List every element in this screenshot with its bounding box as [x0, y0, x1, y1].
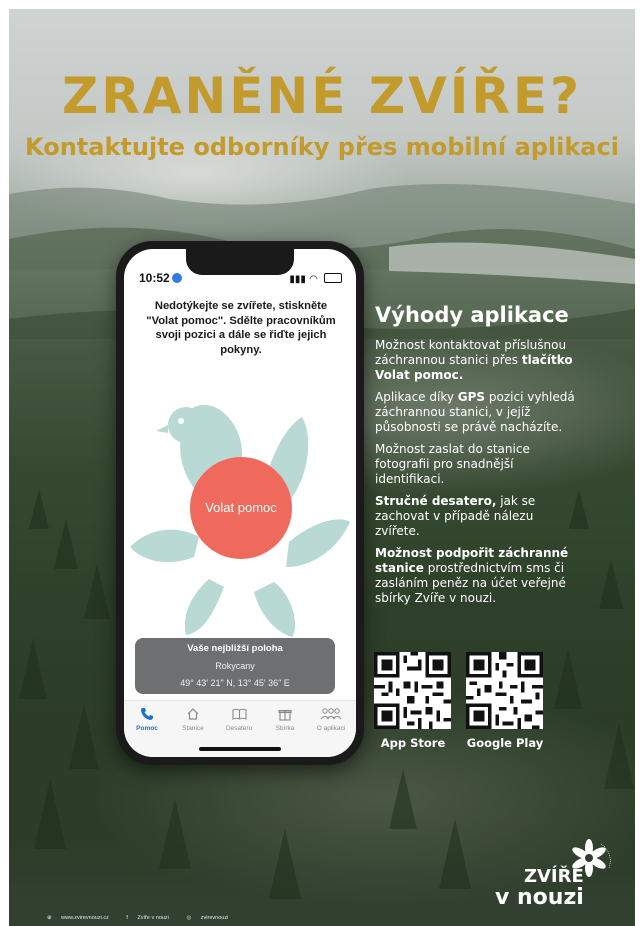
battery-icon	[324, 273, 342, 283]
gift-icon	[278, 709, 292, 721]
instruction-text: Nedotýkejte se zvířete, stiskněte "Volat…	[146, 300, 336, 356]
poster-background: ZRANĚNÉ ZVÍŘE? Kontaktujte odborníky pře…	[9, 9, 635, 926]
home-icon	[187, 708, 199, 720]
phone-screen: 10:52 ▮▮▮ ◠ Nedotýkejte se zvířete, stis…	[124, 249, 356, 757]
call-help-button[interactable]: Volat pomoc	[190, 457, 292, 559]
status-icons: ▮▮▮ ◠	[289, 273, 342, 285]
location-city: Rokycany	[215, 661, 255, 671]
nearest-location-card: Vaše nejbližší poloha Rokycany 49° 43' 2…	[135, 638, 335, 694]
footer-website[interactable]: ⊕ www.zvirevnouzi.cz	[47, 915, 117, 921]
google-play-label: Google Play	[466, 736, 544, 750]
tab-pomoc[interactable]: Pomoc	[124, 707, 170, 732]
footer-facebook[interactable]: f Zvíře v nouzi	[126, 915, 177, 921]
wifi-icon: ◠	[309, 274, 318, 285]
location-arrow-icon	[171, 273, 182, 283]
app-store-qr-code[interactable]	[374, 652, 451, 729]
footer-links: ⊕ www.zvirevnouzi.cz f Zvíře v nouzi ◎ z…	[47, 915, 244, 921]
signal-icon: ▮▮▮	[289, 274, 306, 285]
benefits-heading: Výhody aplikace	[375, 303, 569, 327]
tab-desatero[interactable]: Desatero	[216, 707, 262, 732]
google-play-qr-code[interactable]	[466, 652, 543, 729]
logo-line2: v nouzi	[495, 885, 584, 910]
tab-o-aplikaci-label: O aplikaci	[316, 725, 346, 732]
globe-icon: ⊕	[47, 915, 52, 921]
status-time: 10:52	[139, 271, 182, 285]
facebook-icon: f	[126, 915, 128, 921]
benefit-item: Stručné desatero, jak se zachovat v příp…	[375, 494, 536, 538]
location-coordinates: 49° 43' 21" N, 13° 45' 36" E	[180, 678, 290, 688]
people-icon	[320, 708, 342, 720]
benefit-item: Možnost podpořit záchranné stanice prost…	[375, 546, 569, 605]
benefits-section: Výhody aplikace Možnost kontaktovat přís…	[375, 303, 575, 613]
footer-instagram[interactable]: ◎ zvirevnouzi	[186, 915, 236, 921]
book-icon	[231, 708, 247, 720]
zvire-v-nouzi-logo: ZVÍŘE v nouzi	[495, 866, 584, 910]
instagram-icon: ◎	[186, 915, 192, 921]
tab-sbirka[interactable]: Sbírka	[262, 707, 308, 732]
home-indicator	[199, 747, 281, 751]
phone-notch	[186, 249, 294, 275]
tab-bar: Pomoc Stanice Desatero Sbírka O aplikaci	[124, 700, 356, 757]
benefit-item: Aplikace díky GPS pozici vyhledá záchran…	[375, 390, 575, 434]
tab-sbirka-label: Sbírka	[275, 725, 295, 732]
tab-stanice-label: Stanice	[182, 725, 204, 732]
app-store-label: App Store	[380, 736, 446, 750]
location-heading: Vaše nejbližší poloha	[187, 643, 283, 654]
tab-desatero-label: Desatero	[225, 725, 253, 732]
phone-icon	[141, 708, 153, 720]
headline-subtitle: Kontaktujte odborníky přes mobilní aplik…	[25, 133, 619, 161]
status-time-text: 10:52	[139, 271, 170, 285]
benefit-item: Možnost zaslat do stanice fotografii pro…	[375, 442, 530, 486]
tab-pomoc-label: Pomoc	[136, 725, 158, 732]
tab-stanice[interactable]: Stanice	[170, 707, 216, 732]
phone-mockup: 10:52 ▮▮▮ ◠ Nedotýkejte se zvířete, stis…	[116, 241, 364, 765]
benefit-item: Možnost kontaktovat příslušnou záchranno…	[375, 338, 573, 382]
tab-o-aplikaci[interactable]: O aplikaci	[308, 707, 354, 732]
headline-title: ZRANĚNÉ ZVÍŘE?	[61, 67, 583, 125]
logo-line1: ZVÍŘE	[523, 866, 584, 887]
